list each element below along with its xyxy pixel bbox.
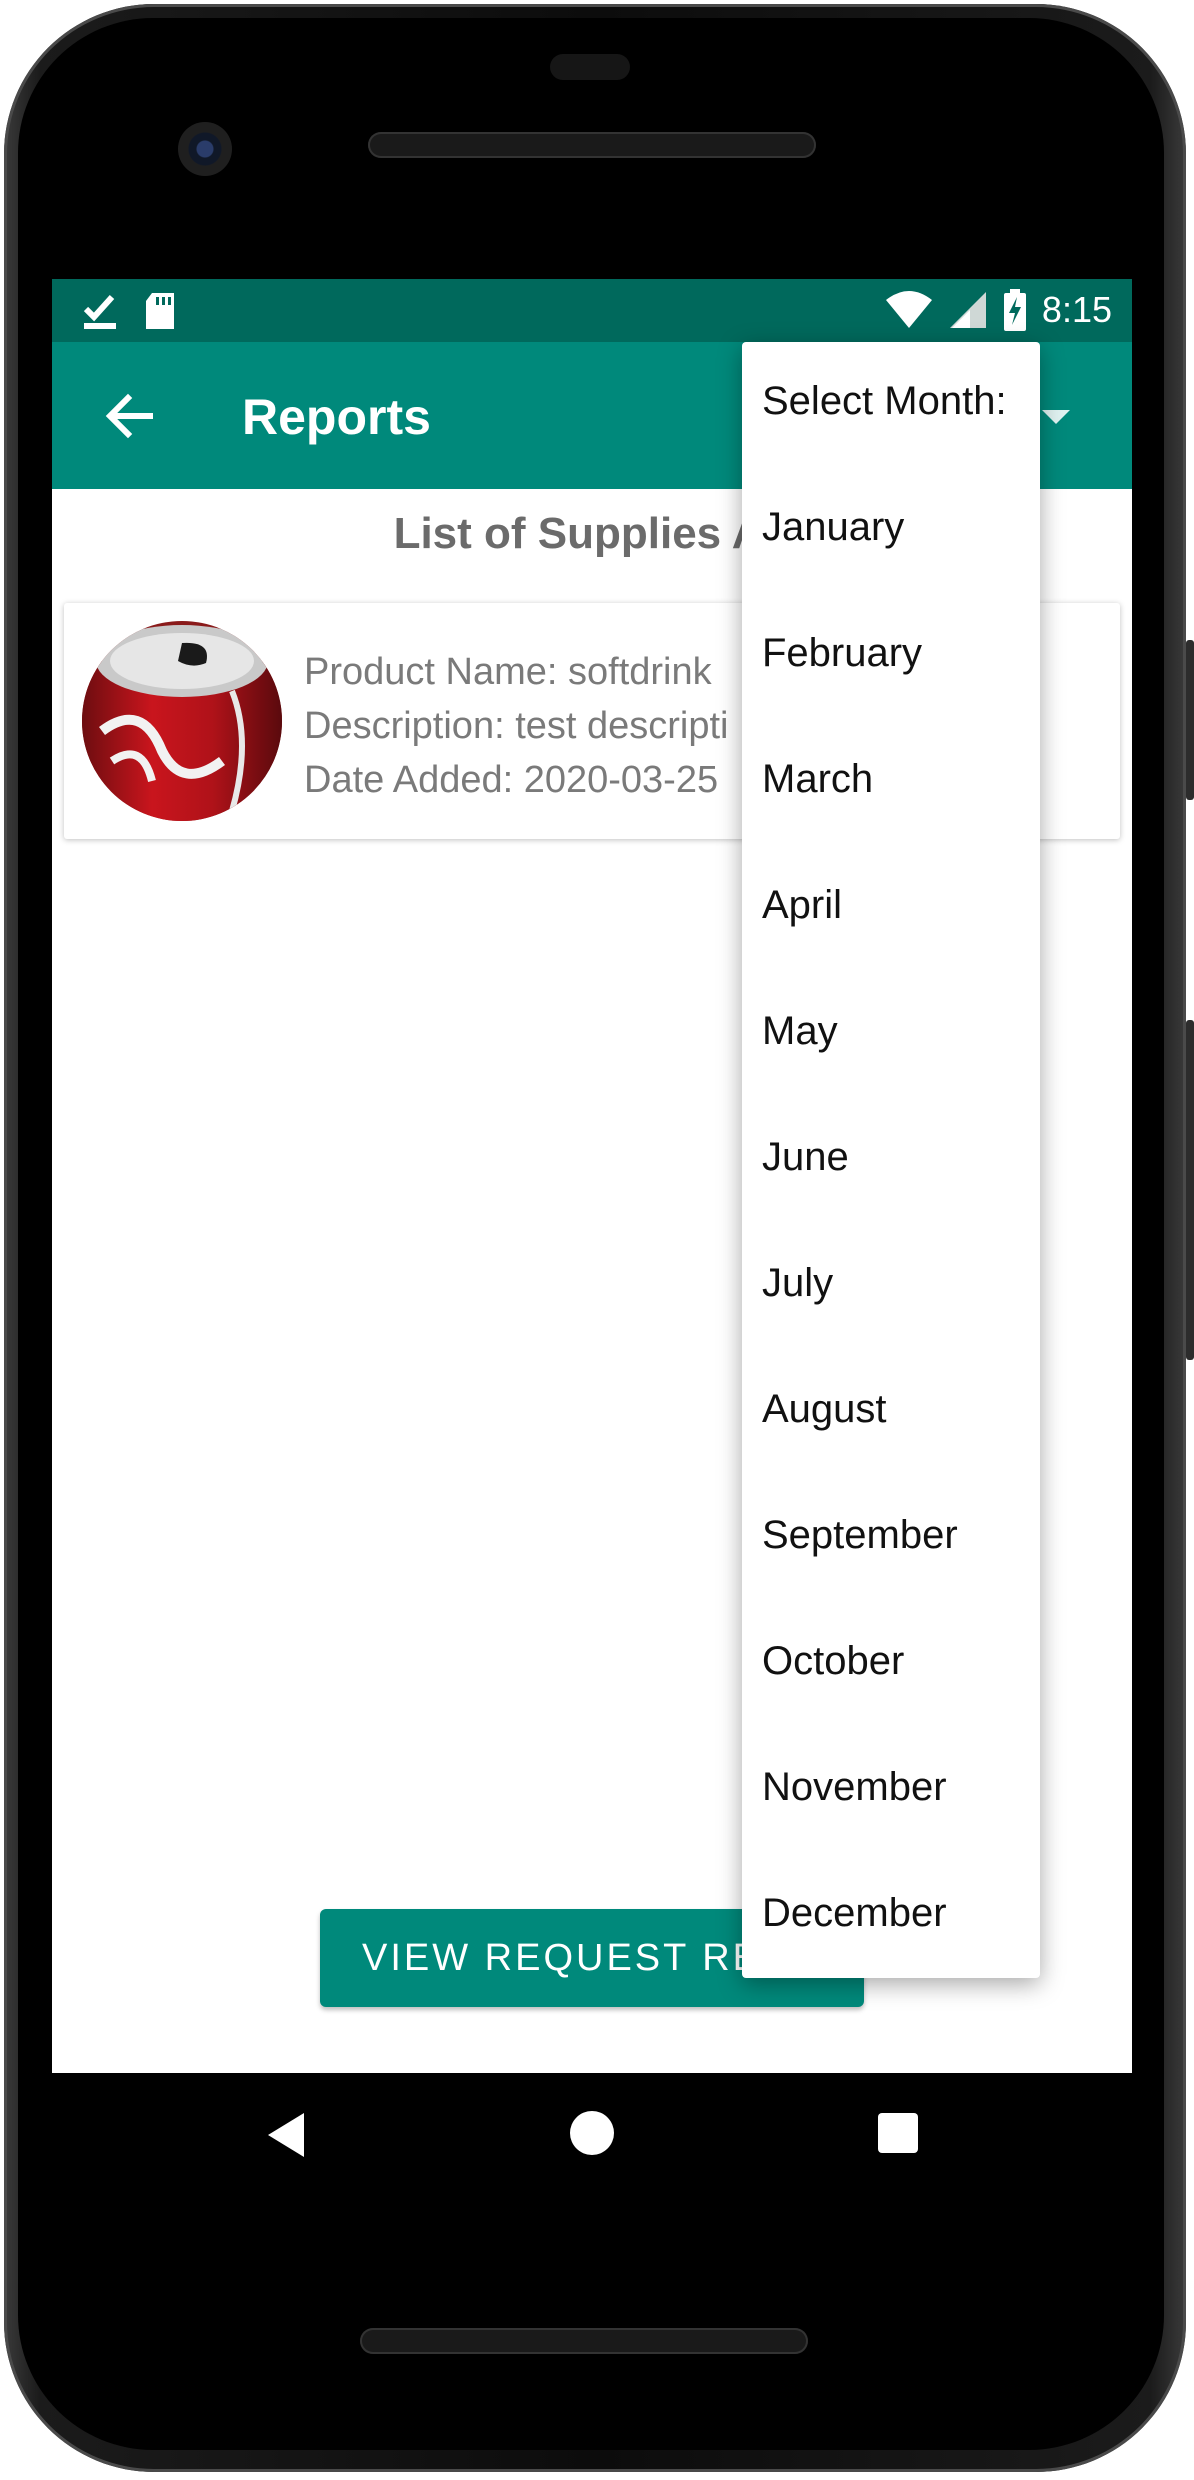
product-description: Description: test descripti	[304, 705, 729, 747]
month-option-september[interactable]: September	[762, 1513, 958, 1558]
check-download-icon	[83, 294, 116, 329]
arrow-left-icon[interactable]	[102, 388, 158, 444]
month-option-july[interactable]: July	[762, 1261, 833, 1306]
month-option-october[interactable]: October	[762, 1639, 904, 1684]
page-title: Reports	[242, 389, 431, 445]
month-option-december[interactable]: December	[762, 1891, 947, 1936]
month-option-april[interactable]: April	[762, 883, 842, 928]
nav-recent-icon[interactable]	[878, 2113, 918, 2153]
month-dropdown: Select Month: January February March Apr…	[742, 342, 1040, 1978]
system-nav-bar	[52, 2073, 1132, 2203]
battery-charging-icon	[1003, 289, 1026, 331]
product-name: Product Name: softdrink	[304, 651, 712, 693]
power-button	[1186, 640, 1194, 800]
soda-can-image	[82, 621, 282, 821]
month-option-january[interactable]: January	[762, 505, 904, 550]
item-details: Product Name: softdrink Description: tes…	[304, 645, 729, 807]
phone-device: 8:15 Reports List of Supplies Ad Product…	[0, 0, 1194, 2480]
signal-icon	[949, 292, 986, 328]
product-date-added: Date Added: 2020-03-25	[304, 759, 719, 801]
wifi-icon	[885, 291, 932, 328]
month-option-february[interactable]: February	[762, 631, 922, 676]
nav-back-icon[interactable]	[268, 2113, 304, 2157]
chevron-down-icon[interactable]	[1042, 410, 1070, 424]
status-bar: 8:15	[52, 279, 1132, 342]
month-option-may[interactable]: May	[762, 1009, 838, 1054]
sd-card-icon	[146, 293, 174, 329]
front-camera-icon	[178, 122, 232, 176]
month-option-august[interactable]: August	[762, 1387, 887, 1432]
volume-button	[1186, 1020, 1194, 1360]
nav-home-icon[interactable]	[570, 2111, 614, 2155]
bottom-speaker	[360, 2328, 808, 2354]
month-option-june[interactable]: June	[762, 1135, 849, 1180]
month-option-march[interactable]: March	[762, 757, 873, 802]
month-option-november[interactable]: November	[762, 1765, 947, 1810]
earpiece-speaker	[368, 132, 816, 158]
front-sensor	[550, 54, 630, 80]
screen: 8:15 Reports List of Supplies Ad Product…	[52, 279, 1132, 2073]
dropdown-header[interactable]: Select Month:	[762, 379, 1007, 424]
status-time: 8:15	[1041, 289, 1112, 330]
